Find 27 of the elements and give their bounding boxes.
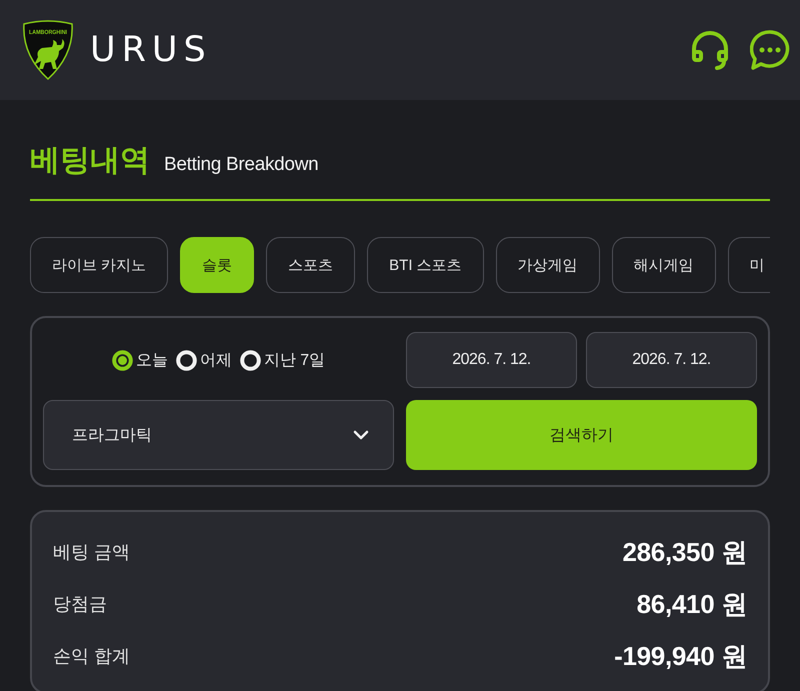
- start-date-field[interactable]: 2026. 7. 12.: [406, 332, 577, 388]
- summary-label: 손익 합계: [53, 645, 130, 668]
- category-tab[interactable]: 가상게임: [496, 237, 600, 293]
- category-tab[interactable]: 스포츠: [266, 237, 356, 293]
- category-tab[interactable]: BTI 스포츠: [367, 237, 484, 293]
- page-subtitle: Betting Breakdown: [164, 154, 318, 176]
- radio-label[interactable]: 어제: [200, 350, 232, 370]
- summary-label: 당첨금: [53, 593, 107, 616]
- category-tab[interactable]: 슬롯: [180, 237, 254, 293]
- headset-icon[interactable]: [690, 30, 730, 70]
- summary-value: -199,940 원: [614, 640, 747, 672]
- summary-label: 베팅 금액: [53, 541, 130, 564]
- summary-value: 286,350 원: [622, 536, 747, 568]
- radio-label[interactable]: 지난 7일: [264, 350, 326, 370]
- category-tab[interactable]: 미: [728, 237, 770, 293]
- search-button[interactable]: 검색하기: [406, 400, 757, 470]
- shield-emblem-drawing: [23, 20, 73, 80]
- end-date-field[interactable]: 2026. 7. 12.: [586, 332, 757, 388]
- page-title: 베팅내역: [30, 143, 150, 179]
- radio-icon[interactable]: [112, 350, 133, 370]
- brand-name: URUS: [90, 32, 212, 68]
- category-tab[interactable]: 라이브 카지노: [30, 237, 168, 293]
- chat-bubble-icon[interactable]: [750, 30, 790, 70]
- radio-label[interactable]: 오늘: [136, 350, 168, 370]
- category-tab[interactable]: 해시게임: [612, 237, 716, 293]
- provider-select[interactable]: 프라그마틱: [43, 400, 394, 470]
- summary-value: 86,410 원: [636, 588, 747, 620]
